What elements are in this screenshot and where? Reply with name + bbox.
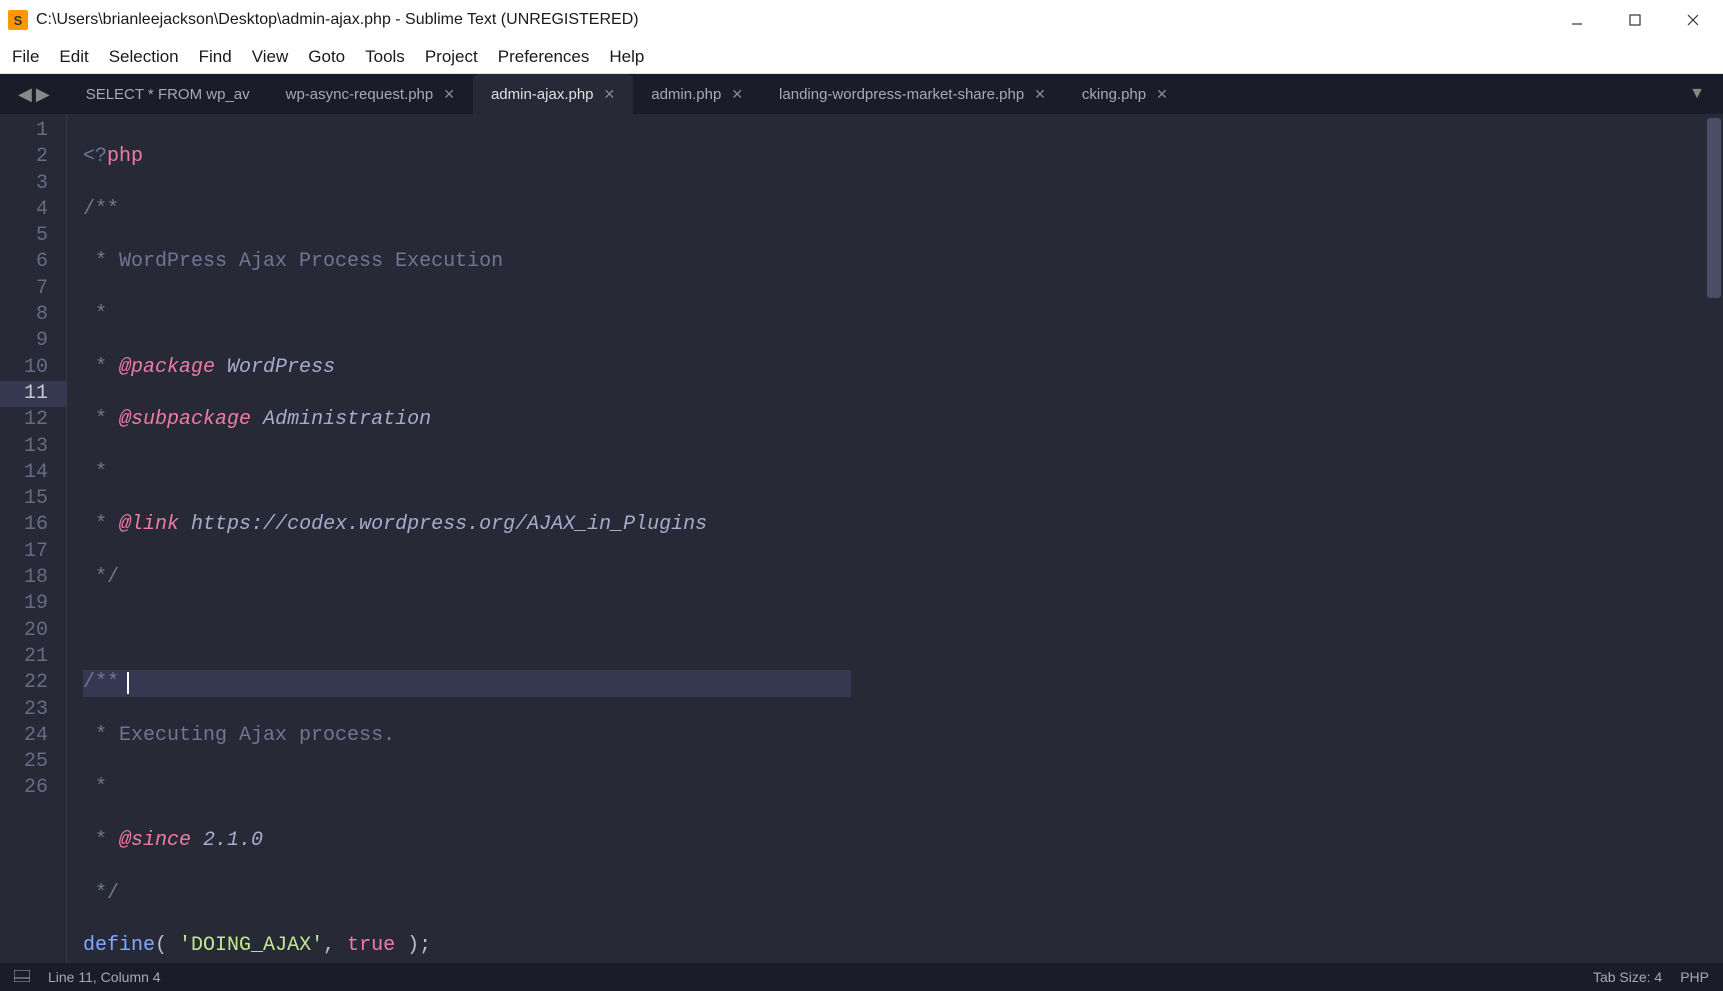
tab-label: admin.php <box>651 86 721 103</box>
nav-forward-icon[interactable]: ▶ <box>36 84 50 105</box>
window-title: C:\Users\brianleejackson\Desktop\admin-a… <box>36 11 1563 29</box>
tab-bar: ◀ ▶ SELECT * FROM wp_av wp-async-request… <box>0 74 1723 114</box>
code-content[interactable]: <?php /** * WordPress Ajax Process Execu… <box>67 114 851 963</box>
close-icon[interactable]: ✕ <box>604 86 616 103</box>
status-position[interactable]: Line 11, Column 4 <box>48 969 161 985</box>
menu-goto[interactable]: Goto <box>308 47 345 67</box>
close-icon[interactable]: ✕ <box>731 86 743 103</box>
menu-bar: File Edit Selection Find View Goto Tools… <box>0 40 1723 74</box>
window-controls <box>1563 6 1715 34</box>
tab-cking[interactable]: cking.php ✕ <box>1064 74 1186 114</box>
text-cursor <box>127 672 129 694</box>
status-bar: Line 11, Column 4 Tab Size: 4 PHP <box>0 963 1723 991</box>
tab-select-query[interactable]: SELECT * FROM wp_av <box>68 74 268 114</box>
panel-switcher-icon[interactable] <box>14 970 30 984</box>
vertical-scrollbar[interactable] <box>1707 118 1721 298</box>
maximize-button[interactable] <box>1621 6 1649 34</box>
app-icon: S <box>8 10 28 30</box>
tab-admin[interactable]: admin.php ✕ <box>633 74 761 114</box>
line-number-gutter: 12345 678910 1112131415 1617181920 21222… <box>0 114 67 963</box>
tab-label: wp-async-request.php <box>286 86 434 103</box>
tab-label: cking.php <box>1082 86 1146 103</box>
minimize-button[interactable] <box>1563 6 1591 34</box>
nav-arrows: ◀ ▶ <box>0 74 68 114</box>
tab-wp-async-request[interactable]: wp-async-request.php ✕ <box>268 74 473 114</box>
close-icon[interactable]: ✕ <box>1034 86 1046 103</box>
tab-admin-ajax[interactable]: admin-ajax.php ✕ <box>473 74 633 114</box>
menu-help[interactable]: Help <box>609 47 644 67</box>
status-tabsize[interactable]: Tab Size: 4 <box>1593 969 1662 985</box>
tab-label: admin-ajax.php <box>491 86 594 103</box>
close-icon[interactable]: ✕ <box>443 86 455 103</box>
menu-preferences[interactable]: Preferences <box>498 47 590 67</box>
menu-file[interactable]: File <box>12 47 39 67</box>
status-language[interactable]: PHP <box>1680 969 1709 985</box>
nav-back-icon[interactable]: ◀ <box>18 84 32 105</box>
menu-edit[interactable]: Edit <box>59 47 88 67</box>
title-bar: S C:\Users\brianleejackson\Desktop\admin… <box>0 0 1723 40</box>
menu-view[interactable]: View <box>252 47 289 67</box>
menu-find[interactable]: Find <box>199 47 232 67</box>
menu-tools[interactable]: Tools <box>365 47 405 67</box>
tab-overflow-dropdown[interactable]: ▼ <box>1671 74 1723 114</box>
close-icon[interactable]: ✕ <box>1156 86 1168 103</box>
menu-project[interactable]: Project <box>425 47 478 67</box>
close-button[interactable] <box>1679 6 1707 34</box>
tab-label: landing-wordpress-market-share.php <box>779 86 1024 103</box>
menu-selection[interactable]: Selection <box>109 47 179 67</box>
chevron-down-icon: ▼ <box>1689 85 1705 103</box>
tab-landing-wordpress[interactable]: landing-wordpress-market-share.php ✕ <box>761 74 1064 114</box>
editor-area[interactable]: 12345 678910 1112131415 1617181920 21222… <box>0 114 1723 963</box>
tab-label: SELECT * FROM wp_av <box>86 86 250 103</box>
